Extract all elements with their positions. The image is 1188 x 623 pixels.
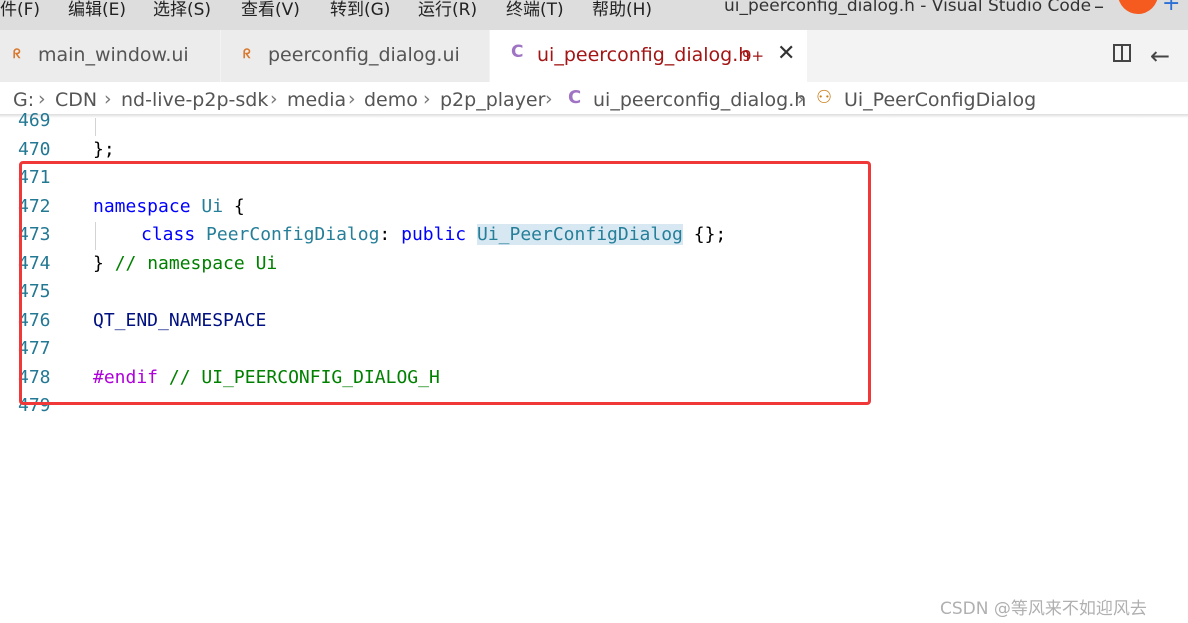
tab-main-window-ui[interactable]: ᖇ main_window.ui <box>0 30 221 82</box>
c-file-icon: C <box>511 42 524 62</box>
chevron-right-icon: › <box>104 88 112 110</box>
breadcrumb-item[interactable]: ui_peerconfig_dialog.h <box>593 89 806 111</box>
rss-icon: ᖇ <box>13 47 21 62</box>
close-icon[interactable]: ✕ <box>777 41 795 66</box>
tab-peerconfig-dialog-ui[interactable]: ᖇ peerconfig_dialog.ui <box>221 30 490 82</box>
menu-edit[interactable]: 编辑(E) <box>68 0 126 20</box>
split-editor-icon[interactable] <box>1113 44 1131 62</box>
tab-ui-peerconfig-dialog-h[interactable]: C ui_peerconfig_dialog.h 9+ ✕ <box>490 30 808 82</box>
code-line[interactable]: 469 <box>0 110 1188 138</box>
csdn-logo-icon <box>1118 0 1158 14</box>
menu-help[interactable]: 帮助(H) <box>592 0 652 20</box>
tab-label: ui_peerconfig_dialog.h <box>537 44 751 66</box>
breadcrumb-item[interactable]: demo <box>364 89 418 111</box>
menu-run[interactable]: 运行(R) <box>418 0 477 20</box>
menu-terminal[interactable]: 终端(T) <box>506 0 564 20</box>
menu-go[interactable]: 转到(G) <box>330 0 390 20</box>
arrow-left-icon[interactable]: ← <box>1150 42 1170 70</box>
tab-label: main_window.ui <box>38 44 189 66</box>
breadcrumb-item[interactable]: G: <box>13 89 34 111</box>
chevron-right-icon: › <box>348 88 356 110</box>
chevron-right-icon: › <box>423 88 431 110</box>
tab-bar: ᖇ main_window.ui ᖇ peerconfig_dialog.ui … <box>0 30 1188 82</box>
chevron-right-icon: › <box>270 88 278 110</box>
breadcrumb-item[interactable]: p2p_player <box>440 89 545 111</box>
chevron-right-icon: › <box>797 88 805 110</box>
window-title: ui_peerconfig_dialog.h - Visual Studio C… <box>724 0 1092 16</box>
watermark: CSDN @等风来不如迎风去 <box>940 599 1147 619</box>
menu-file[interactable]: 件(F) <box>0 0 40 20</box>
chevron-right-icon: › <box>38 88 46 110</box>
chevron-right-icon: › <box>545 88 553 110</box>
problems-badge: 9+ <box>742 47 765 65</box>
menu-view[interactable]: 查看(V) <box>241 0 300 20</box>
menu-selection[interactable]: 选择(S) <box>153 0 211 20</box>
breadcrumb-item[interactable]: Ui_PeerConfigDialog <box>844 89 1036 111</box>
tab-label: peerconfig_dialog.ui <box>268 44 460 66</box>
breadcrumb-item[interactable]: CDN <box>55 89 97 111</box>
annotation-highlight-box <box>19 161 871 405</box>
rss-icon: ᖇ <box>243 47 251 62</box>
c-file-icon: C <box>568 87 582 108</box>
line-number: 469 <box>18 110 51 131</box>
line-number: 470 <box>18 139 51 160</box>
plus-icon[interactable]: + <box>1162 0 1180 16</box>
minimize-icon[interactable]: – <box>1094 0 1104 18</box>
code-text: }; <box>93 139 115 160</box>
breadcrumb-item[interactable]: media <box>287 89 346 111</box>
class-symbol-icon: ⚇ <box>816 87 833 108</box>
breadcrumb-item[interactable]: nd-live-p2p-sdk <box>121 89 268 111</box>
menu-bar: 件(F) 编辑(E) 选择(S) 查看(V) 转到(G) 运行(R) 终端(T)… <box>0 0 1188 30</box>
